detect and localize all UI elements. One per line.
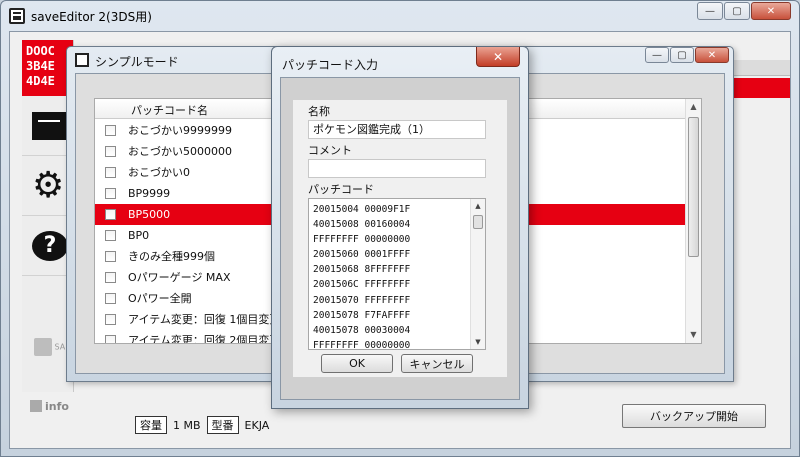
window-title: saveEditor 2(3DS用)	[31, 10, 152, 24]
row-label: おこづかい0	[128, 166, 190, 179]
code-scroll-up-arrow[interactable]: ▲	[471, 199, 485, 213]
maximize-button[interactable]: ▢	[724, 2, 750, 20]
dialog-title: パッチコード入力	[282, 58, 379, 72]
row-label: Oパワー全開	[128, 292, 192, 305]
scroll-up-arrow[interactable]: ▲	[686, 99, 701, 115]
dialog-client: 名称 ポケモン図鑑完成（1） コメント パッチコード 20015004 0000…	[280, 77, 520, 400]
sa-logo: SA	[34, 338, 70, 360]
row-label: きのみ全種999個	[128, 250, 215, 263]
title-bar[interactable]: saveEditor 2(3DS用) — ▢ ✕	[1, 1, 799, 31]
scroll-down-arrow[interactable]: ▼	[686, 327, 701, 343]
row-label: BP0	[128, 229, 150, 242]
backup-start-button[interactable]: バックアップ開始	[622, 404, 766, 428]
sa-logo-text: SA	[54, 342, 66, 352]
info-text: info	[45, 400, 69, 413]
name-label: 名称	[308, 105, 330, 118]
simple-mode-icon	[75, 53, 89, 67]
code-line: 20015004 00009F1F	[313, 204, 411, 215]
row-checkbox[interactable]	[105, 209, 116, 220]
row-label: アイテム変更：回復 2個目変更	[128, 334, 281, 343]
name-field[interactable]: ポケモン図鑑完成（1）	[308, 120, 486, 139]
simple-close-button[interactable]: ✕	[695, 47, 729, 63]
capacity-label: 容量	[135, 416, 167, 434]
capacity-value: 1 MB	[173, 418, 201, 432]
scroll-thumb[interactable]	[688, 117, 699, 257]
row-checkbox[interactable]	[105, 125, 116, 136]
window-icon	[32, 111, 66, 140]
code-line: 20015078 F7FAFFFF	[313, 309, 411, 321]
code-line: 2001506C FFFFFFFF	[313, 279, 411, 291]
row-checkbox[interactable]	[105, 167, 116, 178]
simple-minimize-button[interactable]: —	[645, 47, 669, 63]
code-line: FFFFFFFF 00000000	[313, 339, 411, 351]
gear-icon: ⚙	[32, 164, 65, 206]
code-line: 20015070 FFFFFFFF	[313, 294, 411, 306]
model-label: 型番	[206, 416, 239, 434]
column-header-name[interactable]: パッチコード名	[131, 102, 208, 118]
row-checkbox[interactable]	[105, 230, 116, 241]
list-scrollbar[interactable]: ▲ ▼	[685, 99, 701, 343]
patch-code-textarea[interactable]: 20015004 00009F1F 40015008 00160004 FFFFFF…	[308, 198, 486, 353]
row-label: Oパワーゲージ MAX	[128, 271, 231, 284]
code-line: 20015060 0001FFFF	[313, 249, 411, 261]
ok-button[interactable]: OK	[321, 354, 393, 373]
row-label: おこづかい9999999	[128, 124, 232, 137]
dialog-close-button[interactable]: ✕	[476, 47, 520, 67]
app-icon	[9, 8, 25, 24]
info-label: info	[30, 400, 69, 413]
help-icon: ?	[32, 230, 68, 261]
row-checkbox[interactable]	[105, 293, 116, 304]
device-status: 容量 1 MB 型番 EKJA	[135, 416, 269, 434]
sa-logo-icon	[34, 338, 52, 356]
row-checkbox[interactable]	[105, 188, 116, 199]
row-label: BP5000	[128, 208, 171, 221]
code-line: 40015078 00030004	[313, 324, 411, 336]
patch-code-dialog: パッチコード入力 ✕ 名称 ポケモン図鑑完成（1） コメント パッチコード 20…	[271, 46, 529, 409]
row-checkbox[interactable]	[105, 335, 116, 343]
patch-code-lines: 20015004 00009F1F 40015008 00160004 FFFFFF…	[313, 202, 467, 353]
model-value: EKJA	[244, 418, 270, 432]
row-checkbox[interactable]	[105, 314, 116, 325]
comment-label: コメント	[308, 144, 352, 157]
info-icon	[30, 400, 42, 412]
patch-code-label: パッチコード	[308, 183, 374, 196]
simple-mode-title: シンプルモード	[95, 55, 179, 69]
caption-buttons: — ▢ ✕	[697, 2, 791, 20]
comment-field[interactable]	[308, 159, 486, 178]
close-button[interactable]: ✕	[751, 2, 791, 20]
row-checkbox[interactable]	[105, 251, 116, 262]
code-line: FFFFFFFF 00000000	[313, 234, 411, 246]
code-line: 40015008 00160004	[313, 219, 411, 231]
code-line: 20015068 8FFFFFFF	[313, 264, 411, 276]
simple-maximize-button[interactable]: ▢	[670, 47, 694, 63]
row-label: アイテム変更：回復 1個目変更	[128, 313, 281, 326]
simple-mode-caption-buttons: — ▢ ✕	[645, 47, 729, 63]
code-scroll-thumb[interactable]	[473, 215, 483, 229]
row-label: BP9999	[128, 187, 171, 200]
dialog-form: 名称 ポケモン図鑑完成（1） コメント パッチコード 20015004 0000…	[293, 100, 507, 377]
minimize-button[interactable]: —	[697, 2, 723, 20]
cancel-button[interactable]: キャンセル	[401, 354, 473, 373]
row-label: おこづかい5000000	[128, 145, 232, 158]
row-checkbox[interactable]	[105, 272, 116, 283]
code-scroll-down-arrow[interactable]: ▼	[471, 335, 485, 349]
row-checkbox[interactable]	[105, 146, 116, 157]
code-scrollbar[interactable]: ▲ ▼	[470, 199, 485, 349]
